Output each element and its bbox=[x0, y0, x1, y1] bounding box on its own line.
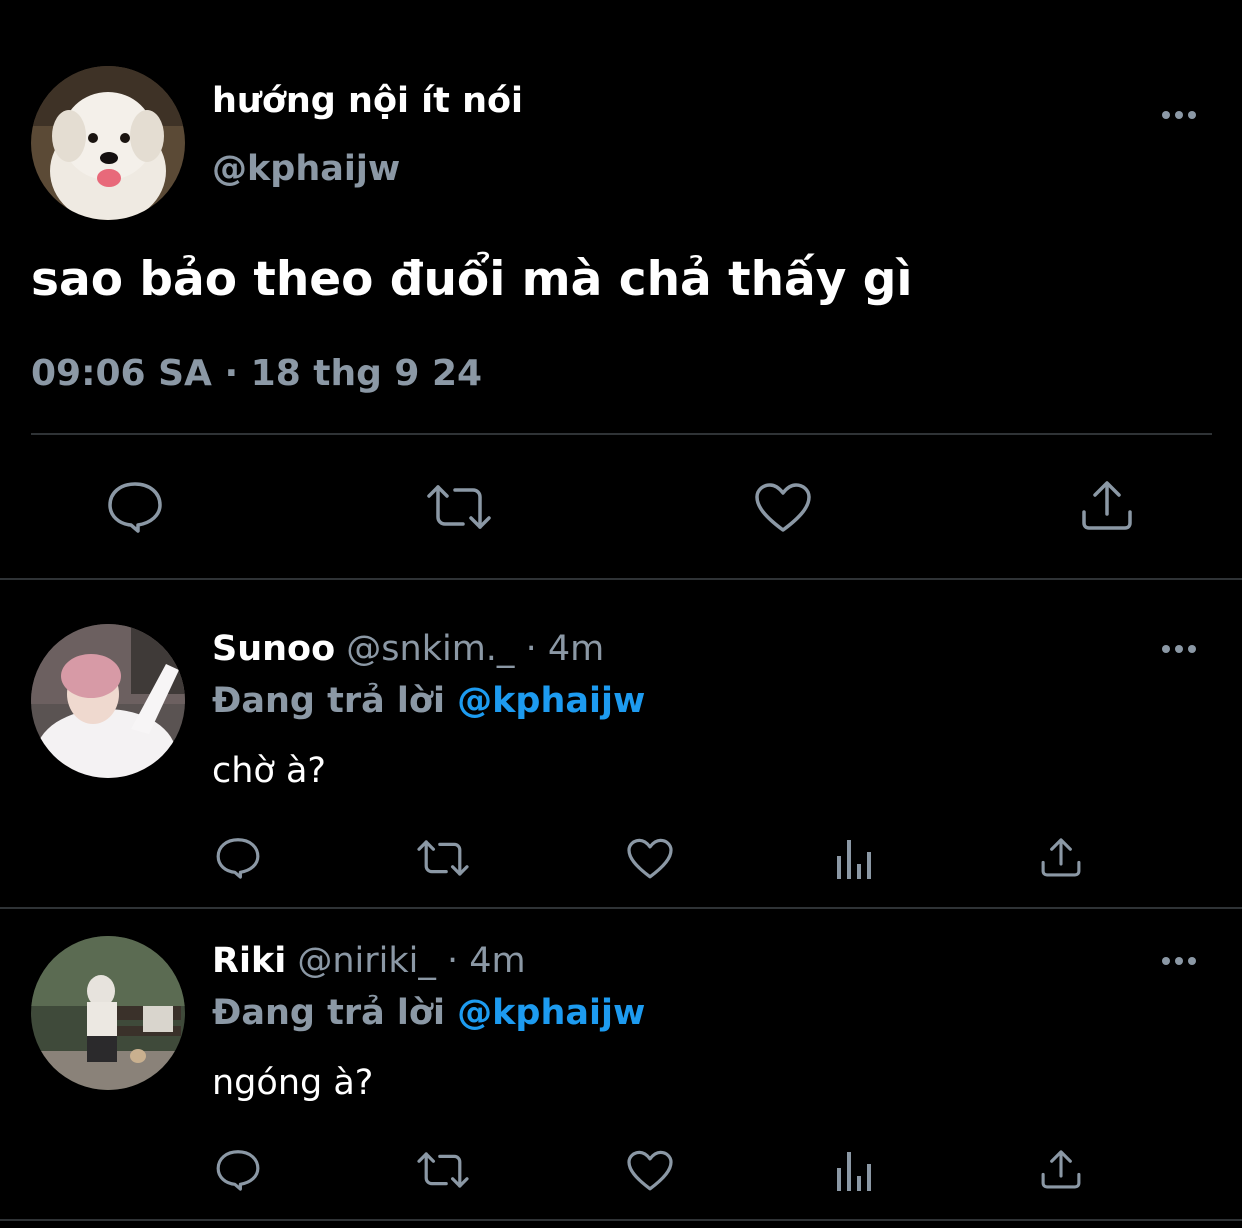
like-icon[interactable] bbox=[626, 1150, 674, 1192]
replying-to-label: Đang trả lời bbox=[212, 993, 445, 1033]
handle[interactable]: @niriki_ bbox=[297, 941, 436, 981]
reply-icon[interactable] bbox=[106, 480, 164, 534]
retweet-icon[interactable] bbox=[425, 482, 493, 532]
views-icon[interactable] bbox=[836, 838, 876, 880]
reply-icon[interactable] bbox=[215, 836, 261, 880]
share-icon[interactable] bbox=[1040, 836, 1082, 878]
display-name[interactable]: Riki bbox=[212, 941, 286, 981]
like-icon[interactable] bbox=[754, 482, 812, 534]
reply-icon[interactable] bbox=[215, 1148, 261, 1192]
more-options-icon[interactable] bbox=[1160, 642, 1200, 656]
more-options-icon[interactable] bbox=[1160, 954, 1200, 968]
reply-text: ngóng à? bbox=[212, 1063, 374, 1103]
views-icon[interactable] bbox=[836, 1150, 876, 1192]
display-name[interactable]: hướng nội ít nói bbox=[212, 80, 523, 122]
avatar[interactable] bbox=[31, 66, 185, 220]
replying-to-link[interactable]: @kphaijw bbox=[457, 681, 645, 721]
retweet-icon[interactable] bbox=[415, 1150, 471, 1190]
reply-time[interactable]: · 4m bbox=[526, 629, 605, 669]
like-icon[interactable] bbox=[626, 838, 674, 880]
share-icon[interactable] bbox=[1040, 1148, 1082, 1190]
share-icon[interactable] bbox=[1080, 478, 1134, 532]
divider bbox=[0, 578, 1242, 580]
divider bbox=[31, 433, 1212, 435]
avatar[interactable] bbox=[31, 624, 185, 778]
divider bbox=[0, 907, 1242, 909]
avatar[interactable] bbox=[31, 936, 185, 1090]
tweet-text: sao bảo theo đuổi mà chả thấy gì bbox=[31, 252, 913, 307]
reply-text: chờ à? bbox=[212, 751, 326, 791]
tweet-timestamp[interactable]: 09:06 SA · 18 thg 9 24 bbox=[31, 352, 482, 396]
replying-to-link[interactable]: @kphaijw bbox=[457, 993, 645, 1033]
more-options-icon[interactable] bbox=[1160, 108, 1200, 122]
handle[interactable]: @snkim._ bbox=[346, 629, 514, 669]
display-name[interactable]: Sunoo bbox=[212, 629, 335, 669]
handle[interactable]: @kphaijw bbox=[212, 148, 400, 190]
reply-time[interactable]: · 4m bbox=[447, 941, 526, 981]
replying-to-label: Đang trả lời bbox=[212, 681, 445, 721]
divider bbox=[0, 1219, 1242, 1221]
retweet-icon[interactable] bbox=[415, 838, 471, 878]
